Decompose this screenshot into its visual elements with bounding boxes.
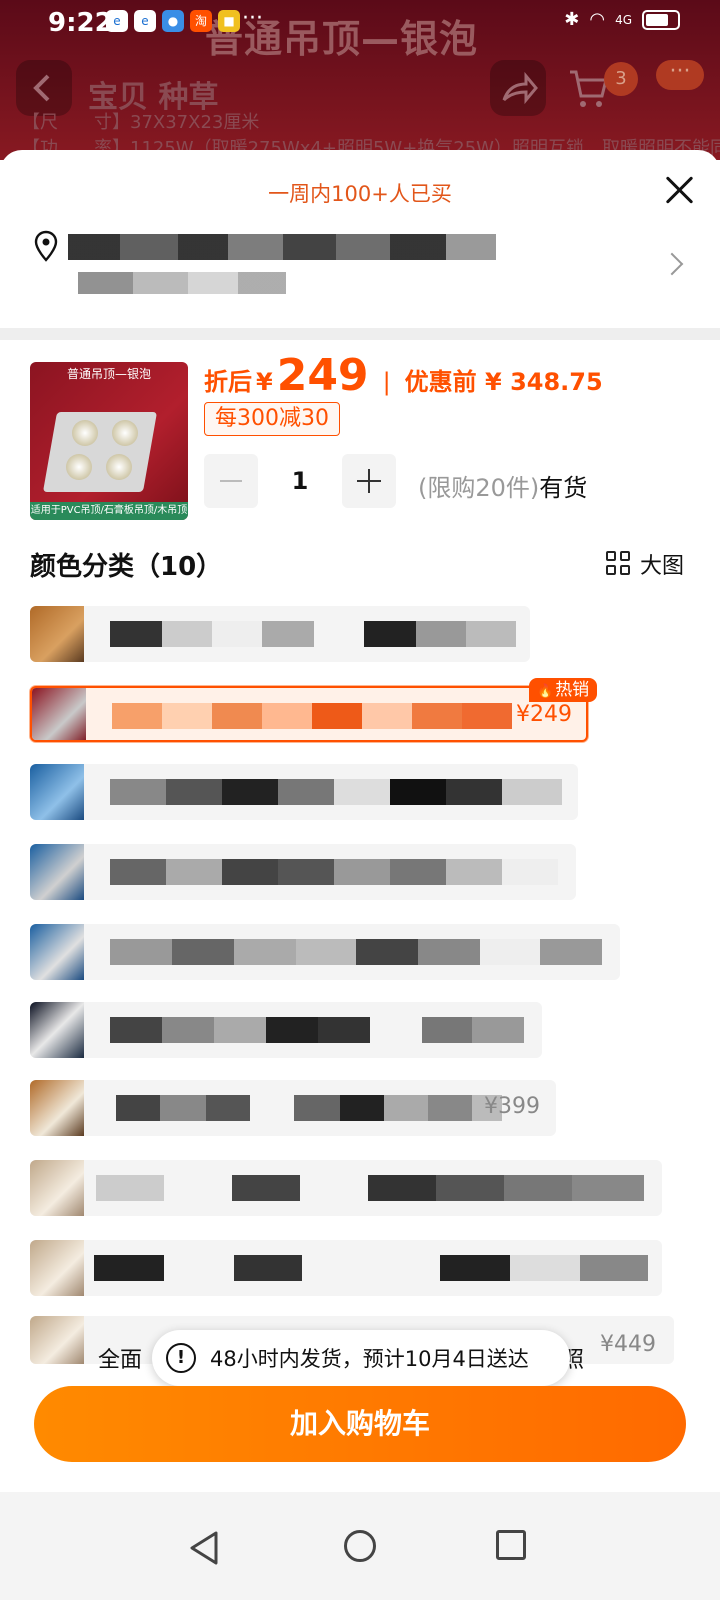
screen: 普通吊顶—银泡 宝贝 种草 【尺 寸】37X37X23厘米 【功 率】1125W… [0,0,720,1600]
coupon-badge: 每300减30 [204,402,340,436]
option-label-redacted [112,703,512,729]
status-time: 9:22 [48,8,113,38]
bg-spec-size: 【尺 寸】37X37X23厘米 [22,112,260,133]
app-notification-icon: e [106,10,128,32]
network-label: 4G [615,12,632,27]
option-price: ¥399 [484,1094,540,1119]
section-divider [0,328,720,340]
shipping-toast-text: 48小时内发货，预计10月4日送达 [210,1347,529,1371]
wifi-icon: ◠ [589,9,606,30]
color-option[interactable] [30,844,576,900]
thumb-bulb [72,420,98,446]
more-notifications: ··· [242,6,263,31]
thumb-bulb [106,454,132,480]
system-nav-bar [0,1492,720,1600]
option-label-redacted [110,779,562,805]
stock-info: (限购20件)有货 [418,468,587,503]
color-option[interactable] [30,1160,662,1216]
option-thumbnail [30,1160,84,1216]
option-thumbnail [30,844,84,900]
quantity-increase-button[interactable] [342,454,396,508]
taobao-notification-icon: 淘 [190,10,212,32]
color-option[interactable] [30,924,620,980]
option-label-redacted [110,939,602,965]
color-option[interactable]: ¥399 [30,1080,556,1136]
nav-home-icon[interactable] [344,1530,376,1562]
app-notification-icon: e [134,10,156,32]
cart-count-badge: 3 [604,62,638,96]
big-view-label: 大图 [640,554,685,579]
add-to-cart-button[interactable]: 加入购物车 [34,1386,686,1462]
price-row: 折后 ¥ 249 | 优惠前 ¥ 348.75 [204,350,603,406]
original-price: 优惠前 ¥ 348.75 [404,368,603,396]
sku-selection-sheet: 一周内100+人已买 普通吊顶—银泡 适用于PVC吊顶/石膏板吊顶/木吊顶等 折… [0,150,720,1600]
location-pin-icon [34,230,58,262]
option-thumbnail [30,764,84,820]
delivery-address-row[interactable] [0,220,720,320]
option-thumbnail [30,606,84,662]
color-option[interactable] [30,606,530,662]
current-price: 249 [276,350,369,401]
info-icon: ! [166,1343,196,1373]
nav-recents-icon[interactable] [496,1530,526,1560]
after-discount-label: 折后 [204,368,252,396]
option-thumbnail [30,1316,84,1364]
option-thumbnail [30,924,84,980]
status-bar: 9:22 e e ● 淘 ■ ··· ✱ ◠ 4G [0,0,720,46]
color-option[interactable] [30,764,578,820]
option-label-redacted [94,1255,648,1281]
thumb-bulb [66,454,92,480]
thumb-product-image [42,412,158,492]
price-separator: | [382,368,391,396]
color-category-title: 颜色分类（10） [30,552,223,582]
option-thumbnail [32,688,86,740]
notification-icons: e e ● 淘 ■ [106,10,240,32]
quantity-decrease-button[interactable] [204,454,258,508]
quantity-value[interactable]: 1 [258,454,342,508]
share-button[interactable] [490,60,546,116]
option-label-redacted [116,1095,502,1121]
purchase-limit: (限购20件) [418,474,540,502]
option-price: ¥249 [516,702,572,727]
status-right: ✱ ◠ 4G [564,9,680,30]
option-label-redacted [110,859,558,885]
option-thumbnail [30,1080,84,1136]
color-option[interactable] [30,1002,542,1058]
address-redacted-line-2 [78,272,286,294]
color-option[interactable] [30,1240,662,1296]
option-price: ¥449 [600,1332,656,1357]
more-menu-button[interactable]: ··· [656,60,704,90]
option-thumbnail [30,1240,84,1296]
chevron-right-icon [660,252,684,276]
bluetooth-icon: ✱ [564,9,580,30]
address-redacted-line-1 [68,234,496,260]
shipping-toast: ! 48小时内发货，预计10月4日送达 [152,1330,570,1386]
product-thumbnail[interactable]: 普通吊顶—银泡 适用于PVC吊顶/石膏板吊顶/木吊顶等 [30,362,188,520]
cart-icon[interactable] [566,66,610,114]
option-thumbnail [30,1002,84,1058]
color-option-selected[interactable]: ¥249 [30,686,588,742]
weekly-sales-text: 一周内100+人已买 [268,182,452,206]
option-label-redacted [110,1017,524,1043]
app-notification-icon: ● [162,10,184,32]
thumb-title: 普通吊顶—银泡 [66,367,151,381]
battery-icon [642,9,680,30]
hot-sale-badge: 热销 [529,678,598,702]
stock-status: 有货 [539,474,588,502]
option-label-redacted [96,1175,644,1201]
option-label-redacted [110,621,516,647]
close-icon[interactable] [660,170,700,210]
currency-symbol: ¥ [256,368,273,396]
big-view-toggle[interactable]: 大图 [606,548,684,580]
thumb-caption: 适用于PVC吊顶/石膏板吊顶/木吊顶等 [30,502,188,520]
thumb-bulb [112,420,138,446]
app-notification-icon: ■ [218,10,240,32]
option-label-partial: 全面 [98,1348,143,1373]
grid-view-icon [606,551,632,577]
nav-back-icon[interactable] [188,1530,222,1566]
